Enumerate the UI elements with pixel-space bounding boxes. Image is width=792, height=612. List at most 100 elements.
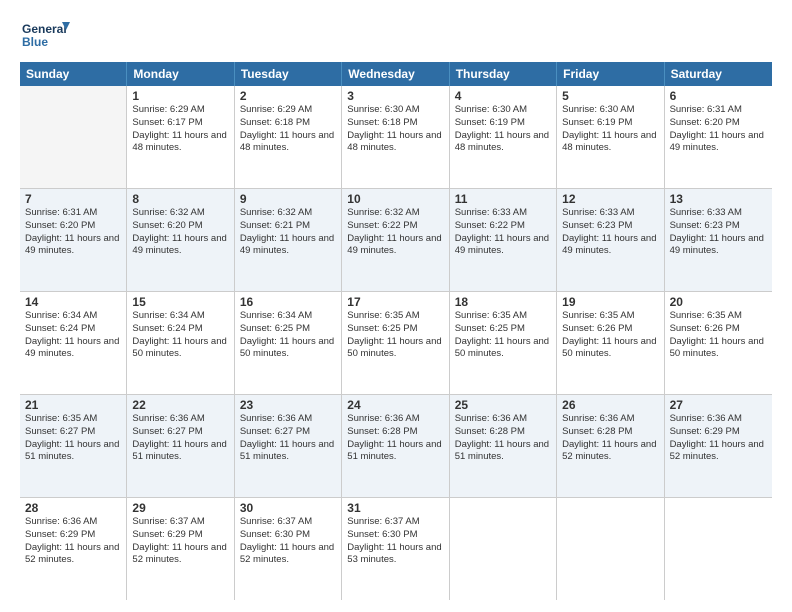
day-number: 18	[455, 295, 551, 309]
day-number: 24	[347, 398, 443, 412]
calendar-cell	[557, 498, 664, 600]
svg-text:General: General	[22, 22, 67, 36]
cell-info: Sunrise: 6:30 AMSunset: 6:19 PMDaylight:…	[455, 104, 551, 155]
calendar-cell: 31Sunrise: 6:37 AMSunset: 6:30 PMDayligh…	[342, 498, 449, 600]
calendar-row-2: 14 Sunrise: 6:34 AMSunset: 6:24 PMDayligh…	[20, 292, 772, 395]
day-number: 6	[670, 89, 767, 103]
calendar-row-1: 7Sunrise: 6:31 AMSunset: 6:20 PMDaylight…	[20, 189, 772, 292]
day-number: 5	[562, 89, 658, 103]
logo-svg: General Blue	[20, 18, 70, 54]
calendar-cell: 20Sunrise: 6:35 AMSunset: 6:26 PMDayligh…	[665, 292, 772, 394]
cell-info: Sunrise: 6:32 AMSunset: 6:22 PMDaylight:…	[347, 207, 443, 258]
cell-info: Sunrise: 6:36 AMSunset: 6:29 PMDaylight:…	[670, 413, 767, 464]
svg-text:Blue: Blue	[22, 35, 48, 49]
cell-info: Sunrise: 6:37 AMSunset: 6:30 PMDaylight:…	[347, 516, 443, 567]
day-number: 4	[455, 89, 551, 103]
header-cell-sunday: Sunday	[20, 62, 127, 86]
page: General Blue SundayMondayTuesdayWednesda…	[0, 0, 792, 612]
day-number: 30	[240, 501, 336, 515]
calendar-cell: 30Sunrise: 6:37 AMSunset: 6:30 PMDayligh…	[235, 498, 342, 600]
cell-info: Sunrise: 6:30 AMSunset: 6:18 PMDaylight:…	[347, 104, 443, 155]
cell-info: Sunrise: 6:32 AMSunset: 6:20 PMDaylight:…	[132, 207, 228, 258]
cell-info: Sunrise: 6:36 AMSunset: 6:28 PMDaylight:…	[347, 413, 443, 464]
header-cell-monday: Monday	[127, 62, 234, 86]
cell-info: Sunrise: 6:33 AMSunset: 6:23 PMDaylight:…	[562, 207, 658, 258]
calendar-cell: 6Sunrise: 6:31 AMSunset: 6:20 PMDaylight…	[665, 86, 772, 188]
calendar-cell: 16Sunrise: 6:34 AMSunset: 6:25 PMDayligh…	[235, 292, 342, 394]
cell-info: Sunrise: 6:37 AMSunset: 6:30 PMDaylight:…	[240, 516, 336, 567]
calendar-cell: 8Sunrise: 6:32 AMSunset: 6:20 PMDaylight…	[127, 189, 234, 291]
calendar: SundayMondayTuesdayWednesdayThursdayFrid…	[20, 62, 772, 600]
calendar-cell: 13Sunrise: 6:33 AMSunset: 6:23 PMDayligh…	[665, 189, 772, 291]
calendar-cell: 7Sunrise: 6:31 AMSunset: 6:20 PMDaylight…	[20, 189, 127, 291]
cell-info: Sunrise: 6:37 AMSunset: 6:29 PMDaylight:…	[132, 516, 228, 567]
header-cell-tuesday: Tuesday	[235, 62, 342, 86]
calendar-cell: 26Sunrise: 6:36 AMSunset: 6:28 PMDayligh…	[557, 395, 664, 497]
day-number: 2	[240, 89, 336, 103]
calendar-cell: 5Sunrise: 6:30 AMSunset: 6:19 PMDaylight…	[557, 86, 664, 188]
cell-info: Sunrise: 6:29 AMSunset: 6:17 PMDaylight:…	[132, 104, 228, 155]
calendar-cell	[450, 498, 557, 600]
day-number: 9	[240, 192, 336, 206]
calendar-cell: 19Sunrise: 6:35 AMSunset: 6:26 PMDayligh…	[557, 292, 664, 394]
logo: General Blue	[20, 18, 70, 54]
calendar-body: 1Sunrise: 6:29 AMSunset: 6:17 PMDaylight…	[20, 86, 772, 600]
cell-info: Sunrise: 6:31 AMSunset: 6:20 PMDaylight:…	[670, 104, 767, 155]
cell-info: Sunrise: 6:34 AMSunset: 6:24 PMDaylight:…	[132, 310, 228, 361]
calendar-cell: 9Sunrise: 6:32 AMSunset: 6:21 PMDaylight…	[235, 189, 342, 291]
calendar-cell: 23Sunrise: 6:36 AMSunset: 6:27 PMDayligh…	[235, 395, 342, 497]
calendar-row-3: 21Sunrise: 6:35 AMSunset: 6:27 PMDayligh…	[20, 395, 772, 498]
header-cell-thursday: Thursday	[450, 62, 557, 86]
header-cell-saturday: Saturday	[665, 62, 772, 86]
calendar-cell: 2Sunrise: 6:29 AMSunset: 6:18 PMDaylight…	[235, 86, 342, 188]
calendar-cell: 22Sunrise: 6:36 AMSunset: 6:27 PMDayligh…	[127, 395, 234, 497]
cell-info: Sunrise: 6:33 AMSunset: 6:23 PMDaylight:…	[670, 207, 767, 258]
day-number: 21	[25, 398, 121, 412]
cell-info: Sunrise: 6:30 AMSunset: 6:19 PMDaylight:…	[562, 104, 658, 155]
cell-info: Sunrise: 6:36 AMSunset: 6:27 PMDaylight:…	[240, 413, 336, 464]
day-number: 11	[455, 192, 551, 206]
cell-info: Sunrise: 6:32 AMSunset: 6:21 PMDaylight:…	[240, 207, 336, 258]
day-number: 17	[347, 295, 443, 309]
calendar-cell: 4Sunrise: 6:30 AMSunset: 6:19 PMDaylight…	[450, 86, 557, 188]
calendar-cell: 18Sunrise: 6:35 AMSunset: 6:25 PMDayligh…	[450, 292, 557, 394]
day-number: 29	[132, 501, 228, 515]
day-number: 15	[132, 295, 228, 309]
day-number: 28	[25, 501, 121, 515]
cell-info: Sunrise: 6:33 AMSunset: 6:22 PMDaylight:…	[455, 207, 551, 258]
calendar-cell: 24Sunrise: 6:36 AMSunset: 6:28 PMDayligh…	[342, 395, 449, 497]
day-number: 25	[455, 398, 551, 412]
day-number: 10	[347, 192, 443, 206]
cell-info: Sunrise: 6:35 AMSunset: 6:25 PMDaylight:…	[347, 310, 443, 361]
day-number: 14	[25, 295, 121, 309]
calendar-cell: 3Sunrise: 6:30 AMSunset: 6:18 PMDaylight…	[342, 86, 449, 188]
calendar-cell	[665, 498, 772, 600]
calendar-cell: 21Sunrise: 6:35 AMSunset: 6:27 PMDayligh…	[20, 395, 127, 497]
calendar-header-row: SundayMondayTuesdayWednesdayThursdayFrid…	[20, 62, 772, 86]
cell-info: Sunrise: 6:31 AMSunset: 6:20 PMDaylight:…	[25, 207, 121, 258]
calendar-cell: 10Sunrise: 6:32 AMSunset: 6:22 PMDayligh…	[342, 189, 449, 291]
day-number: 1	[132, 89, 228, 103]
day-number: 26	[562, 398, 658, 412]
header-cell-wednesday: Wednesday	[342, 62, 449, 86]
header: General Blue	[20, 18, 772, 54]
cell-info: Sunrise: 6:36 AMSunset: 6:27 PMDaylight:…	[132, 413, 228, 464]
day-number: 3	[347, 89, 443, 103]
calendar-cell: 15Sunrise: 6:34 AMSunset: 6:24 PMDayligh…	[127, 292, 234, 394]
calendar-cell: 17Sunrise: 6:35 AMSunset: 6:25 PMDayligh…	[342, 292, 449, 394]
calendar-cell: 1Sunrise: 6:29 AMSunset: 6:17 PMDaylight…	[127, 86, 234, 188]
calendar-cell: 12Sunrise: 6:33 AMSunset: 6:23 PMDayligh…	[557, 189, 664, 291]
calendar-row-0: 1Sunrise: 6:29 AMSunset: 6:17 PMDaylight…	[20, 86, 772, 189]
calendar-row-4: 28Sunrise: 6:36 AMSunset: 6:29 PMDayligh…	[20, 498, 772, 600]
cell-info: Sunrise: 6:35 AMSunset: 6:27 PMDaylight:…	[25, 413, 121, 464]
calendar-cell: 25Sunrise: 6:36 AMSunset: 6:28 PMDayligh…	[450, 395, 557, 497]
day-number: 8	[132, 192, 228, 206]
cell-info: Sunrise: 6:36 AMSunset: 6:28 PMDaylight:…	[455, 413, 551, 464]
cell-info: Sunrise: 6:34 AMSunset: 6:25 PMDaylight:…	[240, 310, 336, 361]
day-number: 7	[25, 192, 121, 206]
day-number: 20	[670, 295, 767, 309]
day-number: 31	[347, 501, 443, 515]
day-number: 16	[240, 295, 336, 309]
cell-info: Sunrise: 6:36 AMSunset: 6:28 PMDaylight:…	[562, 413, 658, 464]
day-number: 19	[562, 295, 658, 309]
